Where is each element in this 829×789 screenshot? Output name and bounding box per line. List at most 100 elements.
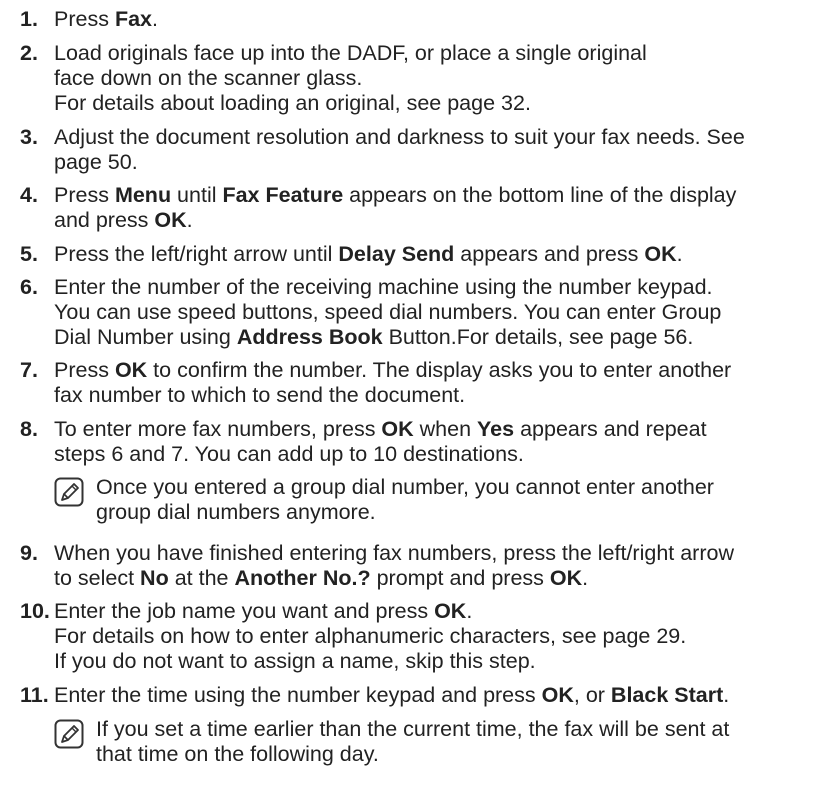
step-number: 5.: [20, 242, 38, 266]
text-run: , or: [573, 683, 611, 707]
bold-term: Fax: [114, 7, 152, 31]
text-run: Load originals face up into the DADF, or…: [54, 41, 647, 65]
step-2: 2. Load originals face up into the DADF,…: [20, 41, 825, 116]
step-line: Press the left/right arrow until Delay S…: [54, 242, 825, 267]
note-text: Once you entered a group dial number, yo…: [96, 475, 824, 525]
text-run: .: [186, 208, 193, 232]
bold-term: OK: [114, 358, 148, 382]
text-run: fax number to which to send the document…: [54, 383, 466, 407]
note-1: Once you entered a group dial number, yo…: [54, 475, 824, 525]
bold-term: OK: [154, 208, 187, 232]
note-line: that time on the following day.: [96, 742, 379, 766]
step-line: To enter more fax numbers, press OK when…: [54, 417, 825, 442]
step-line: When you have finished entering fax numb…: [54, 541, 825, 566]
step-line: and press OK.: [54, 208, 825, 233]
step-4: 4. Press Menu until Fax Feature appears …: [20, 183, 825, 233]
text-run: Enter the time using the number keypad a…: [54, 683, 542, 707]
bold-term: OK: [381, 417, 414, 441]
step-5: 5. Press the left/right arrow until Dela…: [20, 242, 825, 267]
step-text: Enter the time using the number keypad a…: [54, 683, 825, 708]
note-pencil-icon: [54, 477, 84, 507]
text-run: Adjust the document resolution and darkn…: [54, 125, 745, 149]
step-text: Press OK to confirm the number. The disp…: [54, 358, 825, 408]
step-line: Dial Number using Address Book Button.Fo…: [54, 325, 825, 350]
text-run: Press: [54, 183, 115, 207]
step-text: Press Menu until Fax Feature appears on …: [54, 183, 825, 233]
bold-term: Delay Send: [338, 242, 455, 266]
text-run: Press: [54, 358, 115, 382]
text-run: Press the left/right arrow until: [54, 242, 339, 266]
bold-term: OK: [549, 566, 583, 590]
step-number: 2.: [20, 41, 38, 65]
text-run: when: [413, 417, 478, 441]
note-pencil-icon: [54, 719, 84, 749]
text-run: Enter the job name you want and press: [54, 599, 435, 623]
step-line: page 50.: [54, 150, 825, 175]
text-run: appears and press: [454, 242, 645, 266]
step-text: Press Fax.: [54, 7, 825, 32]
text-run: Enter the number of the receiving machin…: [54, 275, 713, 299]
text-run: Dial Number using: [54, 325, 237, 349]
step-number: 9.: [20, 541, 38, 565]
step-8: 8. To enter more fax numbers, press OK w…: [20, 417, 825, 467]
bold-term: OK: [541, 683, 574, 707]
step-11: 11. Enter the time using the number keyp…: [20, 683, 825, 708]
step-3: 3. Adjust the document resolution and da…: [20, 125, 825, 175]
bold-term: Menu: [114, 183, 172, 207]
bold-term: OK: [434, 599, 467, 623]
text-run: appears on the bottom line of the displa…: [343, 183, 737, 207]
bold-term: Another No.?: [234, 566, 371, 590]
bold-term: OK: [644, 242, 677, 266]
step-text: Adjust the document resolution and darkn…: [54, 125, 825, 175]
bold-term: No: [140, 566, 169, 590]
step-line: fax number to which to send the document…: [54, 383, 825, 408]
step-number: 4.: [20, 183, 38, 207]
step-number: 10.: [20, 599, 50, 623]
bold-term: Fax Feature: [222, 183, 344, 207]
text-run: and press: [54, 208, 155, 232]
text-run: Press: [54, 7, 115, 31]
text-run: prompt and press: [370, 566, 550, 590]
note-2: If you set a time earlier than the curre…: [54, 717, 824, 767]
text-run: steps 6 and 7. You can add up to 10 dest…: [54, 442, 524, 466]
note-line: Once you entered a group dial number, yo…: [96, 475, 714, 499]
note-line: group dial numbers anymore.: [96, 500, 376, 524]
text-run: until: [171, 183, 223, 207]
step-text: Enter the number of the receiving machin…: [54, 275, 825, 350]
step-number: 11.: [20, 683, 49, 707]
step-number: 8.: [20, 417, 38, 441]
text-run: page 50.: [54, 150, 138, 174]
step-10: 10. Enter the job name you want and pres…: [20, 599, 825, 674]
step-7: 7. Press OK to confirm the number. The d…: [20, 358, 825, 408]
step-number: 7.: [20, 358, 38, 382]
text-run: .: [466, 599, 473, 623]
text-run: .: [582, 566, 589, 590]
text-run: to select: [54, 566, 141, 590]
step-line: Enter the job name you want and press OK…: [54, 599, 825, 624]
step-9: 9. When you have finished entering fax n…: [20, 541, 825, 591]
text-run: Button.For details, see page 56.: [382, 325, 694, 349]
bold-term: Black Start: [610, 683, 724, 707]
step-number: 3.: [20, 125, 38, 149]
step-line: You can use speed buttons, speed dial nu…: [54, 300, 825, 325]
step-line: steps 6 and 7. You can add up to 10 dest…: [54, 442, 825, 467]
step-text: Enter the job name you want and press OK…: [54, 599, 825, 674]
step-line: For details about loading an original, s…: [54, 91, 825, 116]
step-number: 6.: [20, 275, 38, 299]
text-run: When you have finished entering fax numb…: [54, 541, 734, 565]
text-run: For details about loading an original, s…: [54, 91, 531, 115]
text-run: at the: [168, 566, 235, 590]
step-line: Load originals face up into the DADF, or…: [54, 41, 825, 66]
text-run: You can use speed buttons, speed dial nu…: [54, 300, 722, 324]
note-line: If you set a time earlier than the curre…: [96, 717, 730, 741]
text-run: .: [152, 7, 158, 31]
step-line: Press OK to confirm the number. The disp…: [54, 358, 825, 383]
step-text: Press the left/right arrow until Delay S…: [54, 242, 825, 267]
step-line: Press Menu until Fax Feature appears on …: [54, 183, 825, 208]
note-text: If you set a time earlier than the curre…: [96, 717, 824, 767]
step-line: to select No at the Another No.? prompt …: [54, 566, 825, 591]
text-run: face down on the scanner glass.: [54, 66, 363, 90]
step-line: face down on the scanner glass.: [54, 66, 825, 91]
step-line: If you do not want to assign a name, ski…: [54, 649, 825, 674]
step-line: Enter the time using the number keypad a…: [54, 683, 825, 708]
